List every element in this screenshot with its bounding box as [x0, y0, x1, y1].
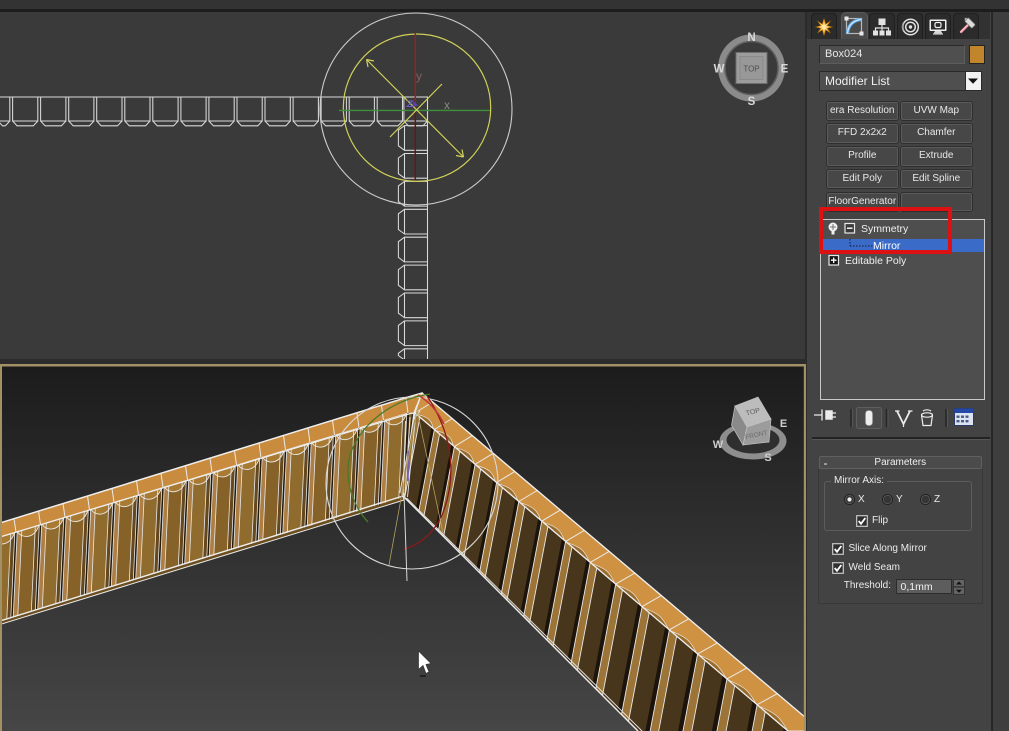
- svg-text:W: W: [713, 439, 724, 451]
- svg-text:y: y: [416, 69, 422, 83]
- svg-text:S: S: [764, 452, 771, 464]
- svg-text:S: S: [748, 96, 756, 108]
- svg-text:W: W: [714, 64, 725, 76]
- svg-text:N: N: [747, 32, 755, 44]
- svg-text:x: x: [444, 98, 450, 112]
- svg-text:E: E: [780, 418, 787, 430]
- svg-text:TOP: TOP: [743, 65, 759, 74]
- svg-text:E: E: [781, 64, 789, 76]
